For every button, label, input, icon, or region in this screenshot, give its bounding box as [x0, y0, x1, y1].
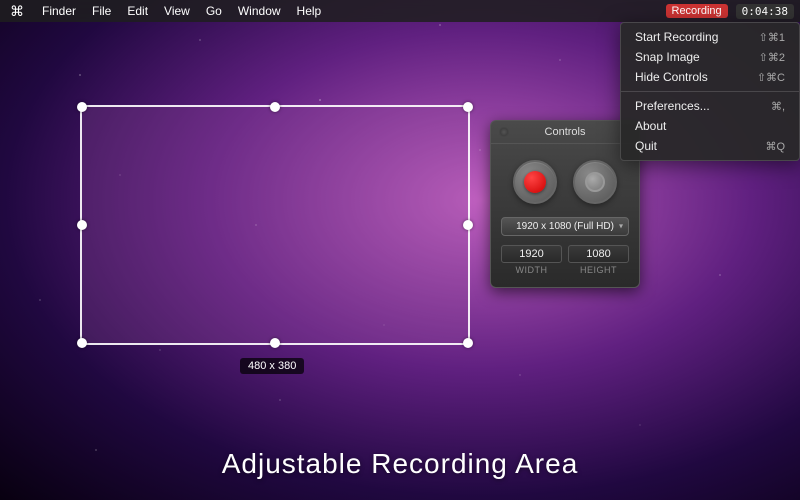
handle-bottom-right[interactable] — [463, 338, 473, 348]
menu-snap-image[interactable]: Snap Image ⇧⌘2 — [621, 47, 799, 67]
handle-middle-left[interactable] — [77, 220, 87, 230]
menu-quit[interactable]: Quit ⌘Q — [621, 136, 799, 156]
handle-bottom-left[interactable] — [77, 338, 87, 348]
dropdown-menu: Start Recording ⇧⌘1 Snap Image ⇧⌘2 Hide … — [620, 22, 800, 161]
controls-close-button[interactable] — [499, 127, 509, 137]
menubar: ⌘ Finder File Edit View Go Window Help R… — [0, 0, 800, 22]
go-menu[interactable]: Go — [198, 4, 230, 18]
finder-menu[interactable]: Finder — [34, 4, 84, 18]
handle-top-center[interactable] — [270, 102, 280, 112]
edit-menu[interactable]: Edit — [119, 4, 156, 18]
menu-preferences[interactable]: Preferences... ⌘, — [621, 96, 799, 116]
height-field: HEIGHT — [568, 244, 629, 275]
help-menu[interactable]: Help — [289, 4, 330, 18]
resolution-select[interactable]: 1920 x 1080 (Full HD) 1280 x 720 (HD) 64… — [501, 217, 629, 236]
resolution-selector[interactable]: 1920 x 1080 (Full HD) 1280 x 720 (HD) 64… — [501, 216, 629, 236]
menu-hide-controls[interactable]: Hide Controls ⇧⌘C — [621, 67, 799, 87]
controls-titlebar: Controls — [491, 121, 639, 144]
controls-panel: Controls 1920 x 1080 (Full HD) 1280 x 72… — [490, 120, 640, 288]
width-label: WIDTH — [501, 265, 562, 275]
height-input[interactable] — [568, 245, 629, 263]
menu-about[interactable]: About — [621, 116, 799, 136]
handle-bottom-center[interactable] — [270, 338, 280, 348]
record-button-icon — [524, 171, 546, 193]
menu-start-recording[interactable]: Start Recording ⇧⌘1 — [621, 27, 799, 47]
controls-title: Controls — [545, 126, 586, 138]
timer-display: 0:04:38 — [736, 4, 794, 19]
bottom-title: Adjustable Recording Area — [0, 448, 800, 480]
dimensions-label: 480 x 380 — [240, 358, 304, 374]
snap-button[interactable] — [573, 160, 617, 204]
width-field: WIDTH — [501, 244, 562, 275]
record-button[interactable] — [513, 160, 557, 204]
height-label: HEIGHT — [568, 265, 629, 275]
view-menu[interactable]: View — [156, 4, 198, 18]
menu-separator-1 — [621, 91, 799, 92]
menubar-right: Recording 0:04:38 — [666, 4, 800, 19]
handle-top-left[interactable] — [77, 102, 87, 112]
desktop: ⌘ Finder File Edit View Go Window Help R… — [0, 0, 800, 500]
width-input[interactable] — [501, 245, 562, 263]
snap-button-icon — [585, 172, 605, 192]
handle-middle-right[interactable] — [463, 220, 473, 230]
apple-menu[interactable]: ⌘ — [0, 3, 34, 20]
recording-area[interactable] — [80, 105, 470, 345]
window-menu[interactable]: Window — [230, 4, 289, 18]
handle-top-right[interactable] — [463, 102, 473, 112]
controls-dimensions: WIDTH HEIGHT — [501, 244, 629, 275]
file-menu[interactable]: File — [84, 4, 119, 18]
controls-buttons — [491, 144, 639, 216]
recording-badge: Recording — [666, 4, 728, 18]
